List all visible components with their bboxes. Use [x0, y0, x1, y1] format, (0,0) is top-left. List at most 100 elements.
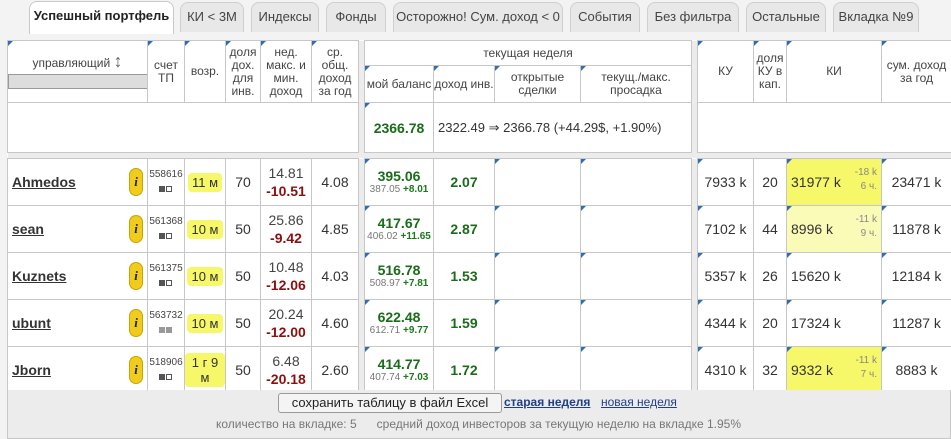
manager-name-link[interactable]: sean	[12, 221, 44, 237]
balance-cell: 417.67 406.02 +11.65	[364, 205, 434, 253]
tab-ki-lt-3m[interactable]: КИ < 3М	[180, 2, 244, 32]
col-header-avg-income[interactable]: ср. общ. доход за год	[311, 40, 359, 103]
avg-income-cell: 4.03	[311, 252, 359, 300]
manager-cell: Ahmedos i	[7, 158, 148, 206]
week-minmax-cell: 20.24 -12.00	[260, 299, 312, 347]
drawdown-cell	[580, 205, 692, 253]
ku-share-cell: 26	[753, 252, 787, 300]
old-week-link[interactable]: старая неделя	[504, 395, 590, 409]
status-square-icon	[166, 186, 172, 192]
balance-cell: 516.78 508.97 +7.81	[364, 252, 434, 300]
new-week-link[interactable]: новая неделя	[601, 395, 677, 409]
ki-cell: 9332 k -11 k7 ч.	[786, 346, 882, 394]
tab-bar: Успешный портфель КИ < 3М Индексы Фонды …	[0, 0, 951, 34]
manager-name-link[interactable]: ubunt	[12, 315, 51, 331]
sum-income-cell: 23471 k	[881, 158, 951, 206]
balance-cell: 622.48 612.71 +9.77	[364, 299, 434, 347]
balance-cell: 414.77 407.74 +7.03	[364, 346, 434, 394]
ki-cell: 15620 k	[786, 252, 882, 300]
tab-events[interactable]: События	[570, 2, 640, 32]
account-cell: 561375	[147, 252, 185, 300]
open-deals-cell	[494, 299, 581, 347]
col-header-my-balance[interactable]: мой баланс	[364, 65, 434, 103]
ku-share-cell: 44	[753, 205, 787, 253]
ku-share-cell: 20	[753, 299, 787, 347]
tab-funds[interactable]: Фонды	[326, 2, 386, 32]
tab-caution-negative[interactable]: Осторожно! Сум. доход < 0	[393, 2, 563, 32]
manager-header-label: управляющий	[32, 55, 111, 70]
open-deals-cell	[494, 252, 581, 300]
tab-successful-portfolio[interactable]: Успешный портфель	[29, 1, 174, 34]
manager-name-link[interactable]: Jborn	[12, 362, 51, 378]
drawdown-cell	[580, 346, 692, 394]
status-square-icon	[166, 327, 172, 333]
open-deals-cell	[494, 346, 581, 394]
sort-updown-icon[interactable]: ↕	[114, 51, 123, 71]
inv-income-cell: 2.87	[433, 205, 495, 253]
col-header-sum-income[interactable]: сум. доход за год	[881, 40, 951, 103]
col-header-open-deals[interactable]: открытые сделки	[494, 65, 581, 103]
col-header-current-week: текущая неделя	[364, 40, 692, 66]
info-icon[interactable]: i	[129, 309, 143, 337]
ku-share-cell: 32	[753, 346, 787, 394]
drawdown-cell	[580, 252, 692, 300]
col-header-ki[interactable]: КИ	[786, 40, 882, 103]
portfolio-table: управляющий ↕ счет ТП возр. доля дох. дл…	[7, 40, 951, 394]
account-cell: 558616	[147, 158, 185, 206]
age-cell: 10 м	[184, 299, 226, 347]
sum-income-cell: 12184 k	[881, 252, 951, 300]
col-header-age[interactable]: возр.	[184, 40, 226, 103]
col-header-drawdown[interactable]: текущ./макс. просадка	[580, 65, 692, 103]
ku-cell: 4344 k	[697, 299, 754, 347]
manager-name-link[interactable]: Ahmedos	[12, 174, 76, 190]
ku-share-cell: 20	[753, 158, 787, 206]
manager-name-link[interactable]: Kuznets	[12, 268, 66, 284]
tab-9[interactable]: Вкладка №9	[833, 2, 919, 32]
summary-change: 2322.49 ⇒ 2366.78 (+44.29$, +1.90%)	[433, 102, 692, 153]
table-row: Jborn i 518906 1 г 9 м 50 6.48 -20.18 2.60 414.7…	[7, 346, 951, 394]
open-deals-cell	[494, 158, 581, 206]
account-cell: 561368	[147, 205, 185, 253]
age-cell: 11 м	[184, 158, 226, 206]
col-header-inv-income[interactable]: доход инв.	[433, 65, 495, 103]
ki-cell: 17324 k	[786, 299, 882, 347]
table-row: sean i 561368 10 м 50 25.86 -9.42 4.85 417.67 406…	[7, 205, 951, 253]
avg-income-cell: 4.85	[311, 205, 359, 253]
avg-income-cell: 4.08	[311, 158, 359, 206]
avg-income-cell: 2.60	[311, 346, 359, 394]
table-footer: сохранить таблицу в файл Excel старая не…	[7, 390, 951, 439]
col-header-ku-share[interactable]: доля КУ в кап.	[753, 40, 787, 103]
summary-empty-left	[7, 102, 359, 153]
tab-no-filter[interactable]: Без фильтра	[647, 2, 739, 32]
footer-stats: количество на вкладке: 5 средний доход и…	[216, 417, 741, 431]
status-square-icon	[159, 374, 165, 380]
drawdown-cell	[580, 158, 692, 206]
table-row: Ahmedos i 558616 11 м 70 14.81 -10.51 4.08 395.0…	[7, 158, 951, 206]
status-square-icon	[159, 280, 165, 286]
col-header-ku[interactable]: КУ	[697, 40, 754, 103]
inv-income-cell: 2.07	[433, 158, 495, 206]
col-header-manager[interactable]: управляющий ↕	[7, 40, 148, 103]
drawdown-cell	[580, 299, 692, 347]
info-icon[interactable]: i	[129, 356, 143, 384]
tab-others[interactable]: Остальные	[746, 2, 826, 32]
info-icon[interactable]: i	[129, 262, 143, 290]
tab-indexes[interactable]: Индексы	[251, 2, 319, 32]
col-header-account[interactable]: счет ТП	[147, 40, 185, 103]
manager-filter-input[interactable]	[8, 73, 147, 89]
save-excel-button[interactable]: сохранить таблицу в файл Excel	[278, 393, 502, 413]
col-header-week-minmax[interactable]: нед. макс. и мин. доход	[260, 40, 312, 103]
ku-cell: 7102 k	[697, 205, 754, 253]
sum-income-cell: 11287 k	[881, 299, 951, 347]
summary-empty-right	[697, 102, 951, 153]
share-cell: 50	[225, 299, 261, 347]
avg-income-cell: 4.60	[311, 299, 359, 347]
info-icon[interactable]: i	[129, 215, 143, 243]
share-cell: 70	[225, 158, 261, 206]
status-square-icon	[166, 233, 172, 239]
info-icon[interactable]: i	[129, 168, 143, 196]
week-minmax-cell: 25.86 -9.42	[260, 205, 312, 253]
week-minmax-cell: 10.48 -12.06	[260, 252, 312, 300]
ki-cell: 31977 k -18 k6 ч.	[786, 158, 882, 206]
col-header-share-income[interactable]: доля дох. для инв.	[225, 40, 261, 103]
